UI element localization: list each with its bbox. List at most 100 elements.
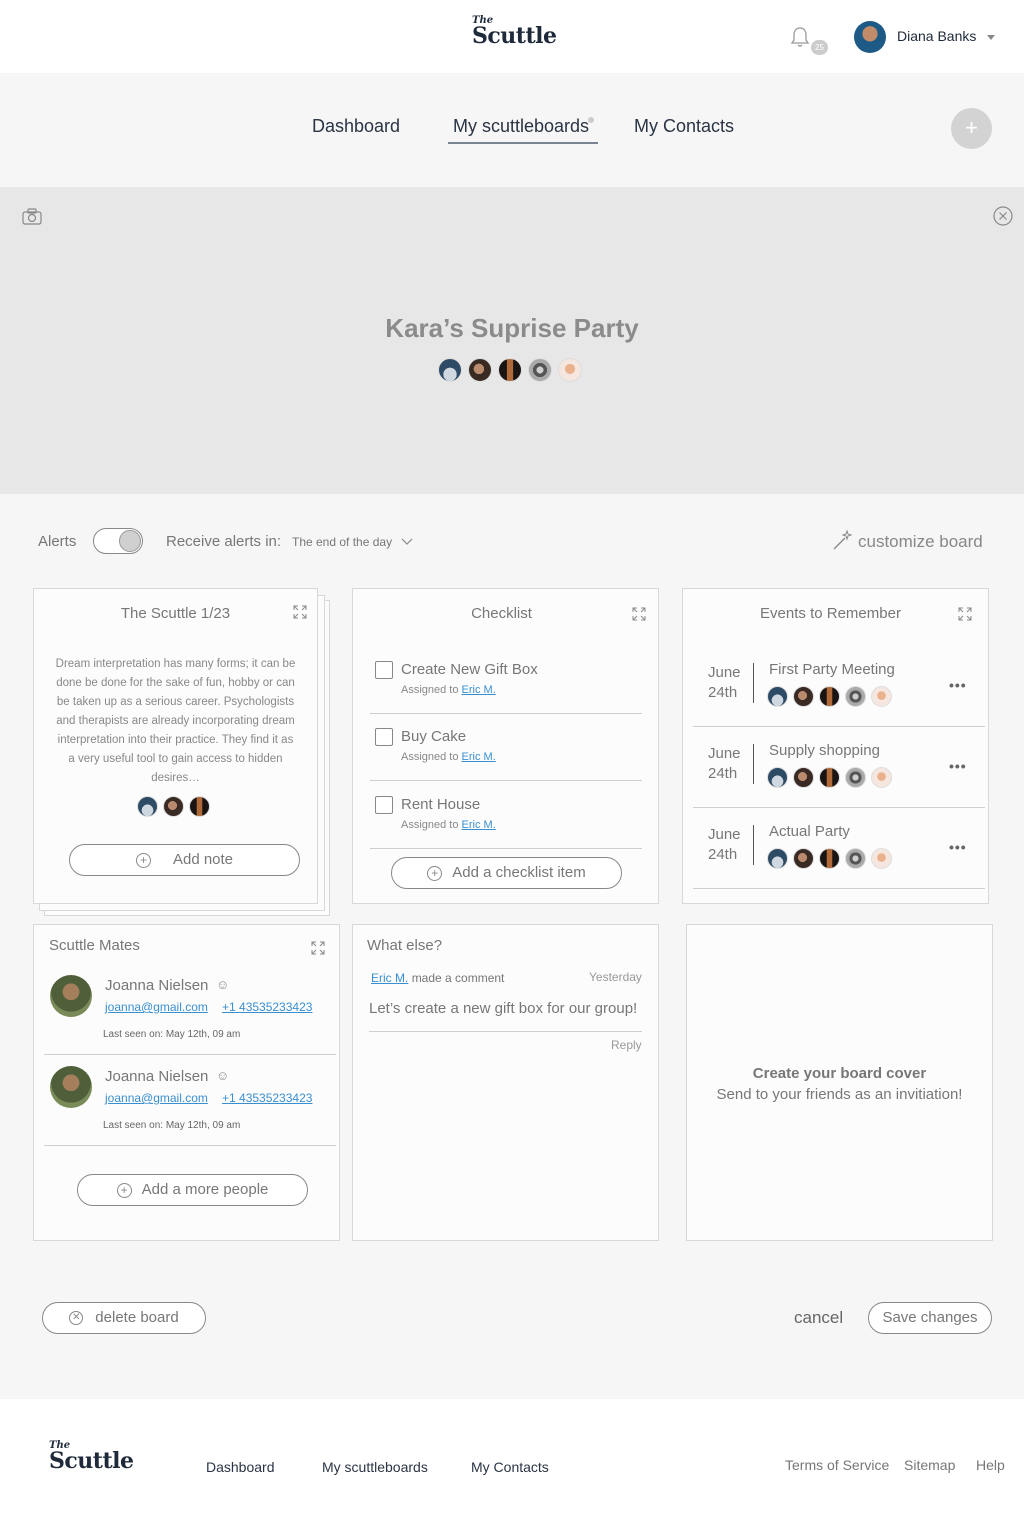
divider xyxy=(370,848,642,849)
avatar[interactable] xyxy=(871,848,892,869)
terms-of-service-link[interactable]: Terms of Service xyxy=(785,1457,889,1473)
checklist-checkbox[interactable] xyxy=(375,661,393,679)
add-button[interactable]: + xyxy=(951,108,992,149)
expand-icon[interactable] xyxy=(632,607,646,621)
more-options-icon[interactable]: ••• xyxy=(949,758,967,774)
event-day: 24th xyxy=(708,684,738,701)
add-people-button[interactable]: + Add a more people xyxy=(77,1174,308,1206)
close-icon[interactable] xyxy=(993,206,1013,226)
camera-icon[interactable] xyxy=(22,208,42,225)
avatar[interactable] xyxy=(819,767,840,788)
receive-alerts-label: Receive alerts in: xyxy=(166,533,282,550)
assignee-link[interactable]: Eric M. xyxy=(462,751,496,763)
customize-board-link[interactable]: customize board xyxy=(858,532,983,552)
avatar[interactable] xyxy=(793,767,814,788)
more-options-icon[interactable]: ••• xyxy=(949,839,967,855)
avatar[interactable] xyxy=(793,686,814,707)
avatar[interactable] xyxy=(163,796,184,817)
expand-icon[interactable] xyxy=(293,605,307,619)
user-name[interactable]: Diana Banks xyxy=(897,28,976,44)
avatar[interactable] xyxy=(189,796,210,817)
footer-nav-my-contacts[interactable]: My Contacts xyxy=(471,1459,549,1475)
add-checklist-item-button[interactable]: + Add a checklist item xyxy=(391,857,622,889)
avatar[interactable] xyxy=(845,767,866,788)
mate-email-link[interactable]: joanna@gmail.com xyxy=(105,1091,208,1105)
footer: The Scuttle Dashboard My scuttleboards M… xyxy=(0,1399,1024,1523)
assignee-link[interactable]: Eric M. xyxy=(462,684,496,696)
avatar[interactable] xyxy=(558,358,582,382)
avatar[interactable] xyxy=(438,358,462,382)
avatar[interactable] xyxy=(50,975,92,1017)
event-name[interactable]: Actual Party xyxy=(769,823,850,840)
expand-icon[interactable] xyxy=(311,941,325,955)
avatar[interactable] xyxy=(498,358,522,382)
comments-card: What else? Eric M. made a comment Yester… xyxy=(352,924,659,1241)
footer-nav-my-scuttleboards[interactable]: My scuttleboards xyxy=(322,1459,428,1475)
avatar[interactable] xyxy=(819,848,840,869)
event-name[interactable]: Supply shopping xyxy=(769,742,880,759)
avatar[interactable] xyxy=(767,686,788,707)
expand-icon[interactable] xyxy=(958,607,972,621)
avatar[interactable] xyxy=(528,358,552,382)
avatar[interactable] xyxy=(767,848,788,869)
smiley-icon: ☺ xyxy=(216,1068,230,1083)
note-members xyxy=(137,796,215,817)
checklist-checkbox[interactable] xyxy=(375,728,393,746)
divider xyxy=(370,780,642,781)
nav-my-scuttleboards[interactable]: My scuttleboards xyxy=(453,116,589,137)
mate-phone-link[interactable]: +1 43535233423 xyxy=(222,1000,312,1014)
footer-logo[interactable]: The Scuttle xyxy=(49,1440,134,1474)
event-date: June 24th xyxy=(708,744,741,784)
sitemap-link[interactable]: Sitemap xyxy=(904,1457,955,1473)
avatar[interactable] xyxy=(871,686,892,707)
avatar[interactable] xyxy=(793,848,814,869)
delete-board-button[interactable]: ✕ delete board xyxy=(42,1302,206,1334)
avatar[interactable] xyxy=(819,686,840,707)
assigned-prefix: Assigned to xyxy=(401,819,459,831)
avatar[interactable] xyxy=(767,767,788,788)
notification-badge: 25 xyxy=(811,40,828,55)
reply-link[interactable]: Reply xyxy=(611,1038,642,1052)
add-note-button[interactable]: + Add note xyxy=(69,844,300,876)
event-day: 24th xyxy=(708,846,738,863)
bell-icon[interactable] xyxy=(788,25,812,49)
footer-nav-dashboard[interactable]: Dashboard xyxy=(206,1459,275,1475)
avatar[interactable] xyxy=(845,848,866,869)
avatar[interactable] xyxy=(50,1066,92,1108)
alerts-frequency-select[interactable]: The end of the day xyxy=(292,535,392,549)
create-cover-card[interactable]: Create your board cover Send to your fri… xyxy=(686,924,993,1241)
assigned-prefix: Assigned to xyxy=(401,684,459,696)
more-options-icon[interactable]: ••• xyxy=(949,677,967,693)
user-avatar[interactable] xyxy=(854,21,886,53)
mate-email-link[interactable]: joanna@gmail.com xyxy=(105,1000,208,1014)
magic-wand-icon[interactable] xyxy=(832,529,854,551)
alerts-toggle[interactable] xyxy=(93,528,143,554)
checklist-checkbox[interactable] xyxy=(375,796,393,814)
avatar[interactable] xyxy=(845,686,866,707)
chevron-down-icon[interactable] xyxy=(401,538,413,546)
assignee-link[interactable]: Eric M. xyxy=(462,819,496,831)
event-name[interactable]: First Party Meeting xyxy=(769,661,895,678)
chevron-down-icon[interactable] xyxy=(987,35,995,40)
event-divider xyxy=(753,744,754,784)
alerts-label: Alerts xyxy=(38,533,77,550)
comment-author-link[interactable]: Eric M. xyxy=(371,971,408,985)
divider xyxy=(693,726,985,727)
avatar[interactable] xyxy=(137,796,158,817)
plus-icon: + xyxy=(135,852,151,868)
nav-my-contacts[interactable]: My Contacts xyxy=(634,116,734,137)
smiley-icon: ☺ xyxy=(216,977,230,992)
toggle-knob xyxy=(119,530,141,552)
comment-text: Let’s create a new gift box for our grou… xyxy=(369,1000,638,1017)
logo[interactable]: The Scuttle xyxy=(472,15,557,49)
board-cover: Kara’s Suprise Party xyxy=(0,187,1024,494)
avatar[interactable] xyxy=(468,358,492,382)
avatar[interactable] xyxy=(871,767,892,788)
cancel-button[interactable]: cancel xyxy=(794,1308,843,1328)
help-link[interactable]: Help xyxy=(976,1457,1005,1473)
mate-phone-link[interactable]: +1 43535233423 xyxy=(222,1091,312,1105)
board-title: Kara’s Suprise Party xyxy=(385,313,639,343)
nav-dashboard[interactable]: Dashboard xyxy=(312,116,400,137)
checklist-assignment: Assigned to Eric M. xyxy=(401,751,496,763)
save-changes-button[interactable]: Save changes xyxy=(868,1302,992,1334)
